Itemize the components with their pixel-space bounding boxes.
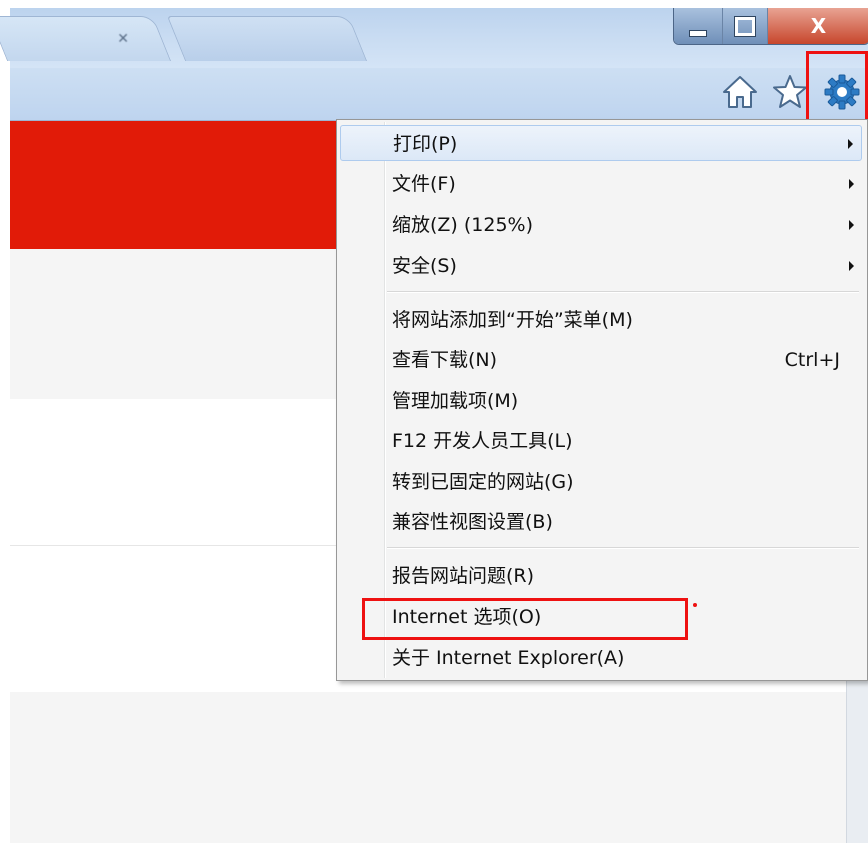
menu-item-about-ie[interactable]: 关于 Internet Explorer(A) [340,640,862,676]
menu-item-f12-devtools[interactable]: F12 开发人员工具(L) [340,423,862,459]
tools-menu: 打印(P) 文件(F) 缩放(Z) (125%) 安全(S) 将网站添加到“开始… [336,119,868,681]
minimize-button[interactable] [674,8,723,44]
tab-title [21,31,81,45]
menu-item-label: 将网站添加到“开始”菜单(M) [392,309,633,331]
restore-button[interactable] [723,8,768,44]
menu-item-add-to-start[interactable]: 将网站添加到“开始”菜单(M) [340,302,862,338]
new-tab[interactable] [166,16,368,61]
minimize-icon [689,29,707,37]
page-section [10,692,868,843]
menu-item-label: 转到已固定的网站(G) [392,471,574,493]
menu-item-label: 关于 Internet Explorer(A) [392,647,625,669]
home-icon [723,76,757,108]
star-icon [773,75,807,108]
close-button[interactable]: X [768,8,868,44]
menu-item-label: 打印(P) [393,133,458,155]
menu-item-shortcut: Ctrl+J [784,349,840,371]
menu-item-view-downloads[interactable]: 查看下载(N) Ctrl+J [340,342,862,378]
menu-item-label: F12 开发人员工具(L) [392,430,573,452]
menu-item-pinned-sites[interactable]: 转到已固定的网站(G) [340,464,862,500]
menu-item-label: 安全(S) [392,255,457,277]
menu-item-label: 兼容性视图设置(B) [392,511,553,533]
menu-item-label: 管理加载项(M) [392,390,519,412]
annotation-dot [693,603,697,607]
window-controls: X [673,8,868,45]
menu-item-label: 报告网站问题(R) [392,565,535,587]
menu-separator [387,291,859,293]
menu-separator [387,547,859,549]
menu-item-print[interactable]: 打印(P) [340,125,862,161]
submenu-arrow-icon [849,179,854,189]
restore-icon [734,15,756,37]
menu-item-safety[interactable]: 安全(S) [340,248,862,284]
menu-item-compat-view[interactable]: 兼容性视图设置(B) [340,504,862,540]
menu-item-file[interactable]: 文件(F) [340,166,862,202]
tab-title [199,31,259,45]
internet-options-annotation-box [362,598,688,640]
tab-close-icon[interactable]: ✕ [117,31,129,47]
submenu-arrow-icon [849,220,854,230]
menu-item-zoom[interactable]: 缩放(Z) (125%) [340,207,862,243]
home-button[interactable] [720,70,760,114]
gear-annotation-box [806,51,868,128]
menu-item-label: 查看下载(N) [392,349,498,371]
submenu-arrow-icon [848,139,853,149]
browser-tab[interactable]: ✕ [0,16,172,61]
submenu-arrow-icon [849,261,854,271]
menu-item-manage-addons[interactable]: 管理加载项(M) [340,383,862,419]
favorites-button[interactable] [770,70,810,114]
menu-item-label: 缩放(Z) (125%) [392,214,534,236]
menu-item-label: 文件(F) [392,173,456,195]
menu-item-report-issues[interactable]: 报告网站问题(R) [340,558,862,594]
